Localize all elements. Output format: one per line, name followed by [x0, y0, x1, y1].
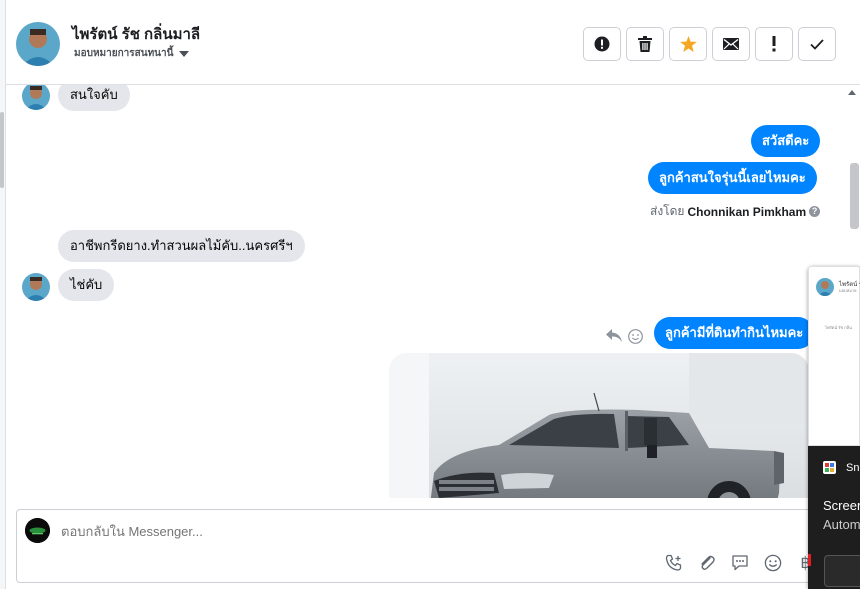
reply-icon[interactable] [606, 329, 622, 343]
chat-bubble-icon [731, 554, 748, 570]
popup-text: ไพรัตน์ รัช กลิ่น [825, 325, 852, 330]
red-indicator [808, 554, 811, 566]
thread-scrollbar-thumb[interactable] [850, 163, 859, 229]
notification-title: Screen [823, 498, 860, 513]
assign-label: มอบหมายการสนทนานี้ [74, 48, 174, 59]
star-button[interactable] [669, 27, 707, 61]
floating-popup[interactable]: ไพรัตน์ รัช มอบหมาย ไพรัตน์ รัช กลิ่น Sn… [808, 266, 860, 589]
scroll-up-arrow-icon[interactable] [848, 90, 856, 95]
notification-action-button[interactable] [824, 555, 860, 587]
attach-button[interactable] [696, 552, 717, 573]
snipping-notification[interactable]: Sn Screen Autom [808, 446, 860, 589]
left-scrollbar-thumb[interactable] [0, 112, 4, 188]
popup-preview: ไพรัตน์ รัช มอบหมาย ไพรัตน์ รัช กลิ่น [808, 266, 860, 446]
smiley-icon [764, 554, 781, 571]
spam-button[interactable] [583, 27, 621, 61]
assign-conversation-dropdown[interactable]: มอบหมายการสนทนานี้ [74, 46, 190, 61]
contact-name[interactable]: ไพรัตน์ รัช กลิ่นมาลี [72, 22, 200, 46]
conversation-header: ไพรัตน์ รัช กลิ่นมาลี มอบหมายการสนทนานี้ [6, 0, 860, 85]
incoming-message[interactable]: ไช่คับ [58, 269, 115, 301]
message-thread[interactable]: สนใจคับ สวัสดีคะ ลูกค้าสนใจรุ่นนี้เลยไหม… [6, 85, 842, 498]
emoji-button[interactable] [762, 552, 783, 573]
help-icon[interactable]: ? [809, 206, 821, 217]
delete-button[interactable] [626, 27, 664, 61]
notification-app-label: Sn [846, 462, 860, 474]
trash-icon [638, 36, 652, 52]
reply-composer: ฿ [16, 509, 842, 583]
check-icon [810, 38, 824, 50]
reply-input[interactable] [61, 524, 561, 539]
mark-important-button[interactable] [755, 27, 793, 61]
exclamation-icon [772, 36, 776, 52]
envelope-icon [723, 38, 739, 50]
star-icon [679, 36, 697, 52]
popup-subtitle: มอบหมาย [839, 288, 857, 293]
outgoing-message[interactable]: ลูกค้ามีที่ดินทำกินไหมคะ [654, 317, 815, 349]
snipping-tool-icon [823, 461, 836, 474]
alert-circle-icon [594, 36, 610, 52]
outgoing-message[interactable]: ลูกค้าสนใจรุ่นนี้เลยไหมคะ [648, 162, 817, 194]
contact-avatar[interactable] [16, 22, 60, 66]
incoming-message[interactable]: อาชีพกรีดยาง.ทำสวนผลไม้คับ..นครศรีฯ [58, 230, 305, 262]
sender-name[interactable]: Chonnikan Pimkham [687, 205, 806, 219]
outgoing-message[interactable]: สวัสดีคะ [751, 125, 821, 157]
sent-by-prefix: ส่งโดย [650, 204, 685, 218]
call-add-button[interactable] [663, 552, 684, 573]
saved-replies-button[interactable] [729, 552, 750, 573]
phone-plus-icon [665, 554, 681, 571]
page-logo-avatar [25, 518, 50, 543]
incoming-message[interactable]: สนใจคับ [58, 85, 130, 111]
contact-avatar-small[interactable] [22, 273, 50, 301]
emoji-reaction-icon[interactable] [628, 329, 643, 344]
contact-avatar-small[interactable] [22, 85, 50, 110]
notification-body: Autom [823, 517, 860, 532]
caret-down-icon [179, 50, 190, 57]
mark-unread-button[interactable] [712, 27, 750, 61]
sent-by-label: ส่งโดย Chonnikan Pimkham ? [650, 202, 821, 221]
paperclip-icon [700, 555, 715, 570]
mark-done-button[interactable] [798, 27, 836, 61]
popup-avatar [816, 278, 834, 296]
car-photo-attachment[interactable] [389, 353, 809, 498]
